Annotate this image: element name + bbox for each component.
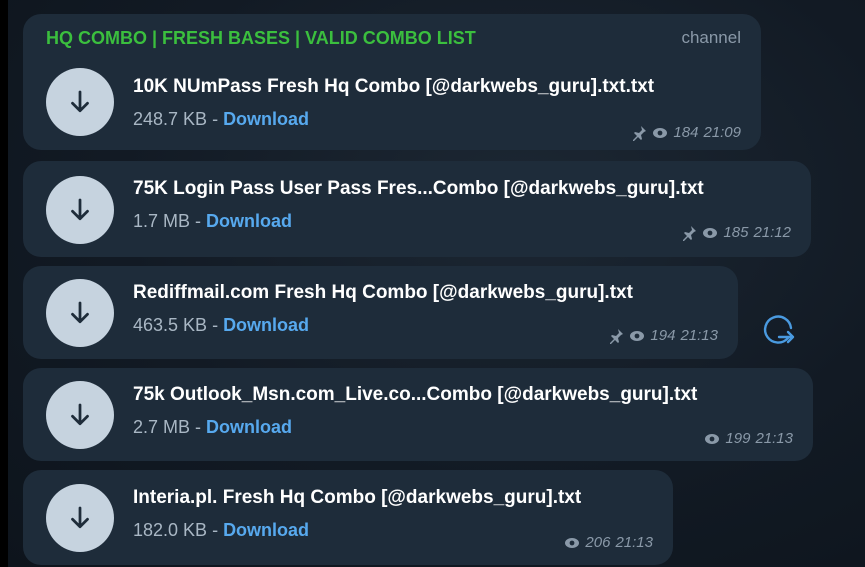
file-size: 248.7 KB	[133, 109, 208, 129]
file-message-1[interactable]: HQ COMBO | FRESH BASES | VALID COMBO LIS…	[23, 14, 761, 150]
file-name: Rediffmail.com Fresh Hq Combo [@darkwebs…	[133, 282, 633, 303]
download-button[interactable]	[46, 381, 114, 449]
arrow-down-icon	[71, 90, 89, 113]
message-time: 21:13	[755, 430, 793, 447]
views-count: 185	[723, 224, 749, 241]
file-name: 75K Login Pass User Pass Fres...Combo [@…	[133, 178, 704, 199]
arrow-down-icon	[71, 506, 89, 529]
eye-icon	[653, 127, 668, 138]
eye-icon	[565, 537, 580, 548]
message-meta: 184 21:09	[631, 124, 741, 141]
views-count: 194	[650, 327, 676, 344]
pin-icon	[683, 225, 697, 241]
eye-icon	[705, 433, 720, 444]
download-button[interactable]	[46, 484, 114, 552]
message-meta: 199 21:13	[704, 430, 793, 447]
message-time: 21:12	[753, 224, 791, 241]
file-name: 75k Outlook_Msn.com_Live.co...Combo [@da…	[133, 384, 698, 405]
file-info: 463.5 KB - Download	[133, 315, 309, 336]
file-message-2[interactable]: 75K Login Pass User Pass Fres...Combo [@…	[23, 161, 811, 257]
separator: -	[190, 417, 207, 437]
eye-icon	[630, 330, 645, 341]
message-time: 21:13	[680, 327, 718, 344]
file-message-4[interactable]: 75k Outlook_Msn.com_Live.co...Combo [@da…	[23, 368, 813, 461]
message-time: 21:13	[615, 534, 653, 551]
eye-icon	[703, 227, 718, 238]
file-message-5[interactable]: Interia.pl. Fresh Hq Combo [@darkwebs_gu…	[23, 470, 673, 565]
download-button[interactable]	[46, 279, 114, 347]
file-size: 463.5 KB	[133, 315, 208, 335]
file-size: 2.7 MB	[133, 417, 191, 437]
download-link[interactable]: Download	[223, 520, 309, 540]
download-link[interactable]: Download	[206, 211, 292, 231]
share-icon[interactable]	[758, 310, 798, 350]
arrow-down-icon	[71, 301, 89, 324]
arrow-down-icon	[71, 198, 89, 221]
separator: -	[207, 315, 224, 335]
file-size: 182.0 KB	[133, 520, 208, 540]
download-button[interactable]	[46, 68, 114, 136]
download-link[interactable]: Download	[206, 417, 292, 437]
file-message-3[interactable]: Rediffmail.com Fresh Hq Combo [@darkwebs…	[23, 266, 738, 359]
separator: -	[190, 211, 207, 231]
window-edge	[0, 0, 8, 567]
views-count: 199	[725, 430, 751, 447]
file-info: 182.0 KB - Download	[133, 520, 309, 541]
file-info: 2.7 MB - Download	[133, 417, 292, 438]
download-button[interactable]	[46, 176, 114, 244]
views-count: 206	[585, 534, 611, 551]
message-meta: 185 21:12	[681, 224, 791, 241]
file-name: Interia.pl. Fresh Hq Combo [@darkwebs_gu…	[133, 487, 582, 508]
arrow-down-icon	[71, 403, 89, 426]
pin-icon	[610, 328, 624, 344]
pin-icon	[633, 125, 647, 141]
channel-title[interactable]: HQ COMBO | FRESH BASES | VALID COMBO LIS…	[46, 28, 476, 49]
separator: -	[207, 520, 224, 540]
message-meta: 194 21:13	[608, 327, 718, 344]
channel-tag: channel	[681, 28, 741, 47]
file-info: 1.7 MB - Download	[133, 211, 292, 232]
message-time: 21:09	[703, 124, 741, 141]
file-info: 248.7 KB - Download	[133, 109, 309, 130]
download-link[interactable]: Download	[223, 315, 309, 335]
file-size: 1.7 MB	[133, 211, 191, 231]
separator: -	[207, 109, 224, 129]
file-name: 10K NUmPass Fresh Hq Combo [@darkwebs_gu…	[133, 76, 655, 97]
download-link[interactable]: Download	[223, 109, 309, 129]
views-count: 184	[673, 124, 699, 141]
message-meta: 206 21:13	[564, 534, 653, 551]
